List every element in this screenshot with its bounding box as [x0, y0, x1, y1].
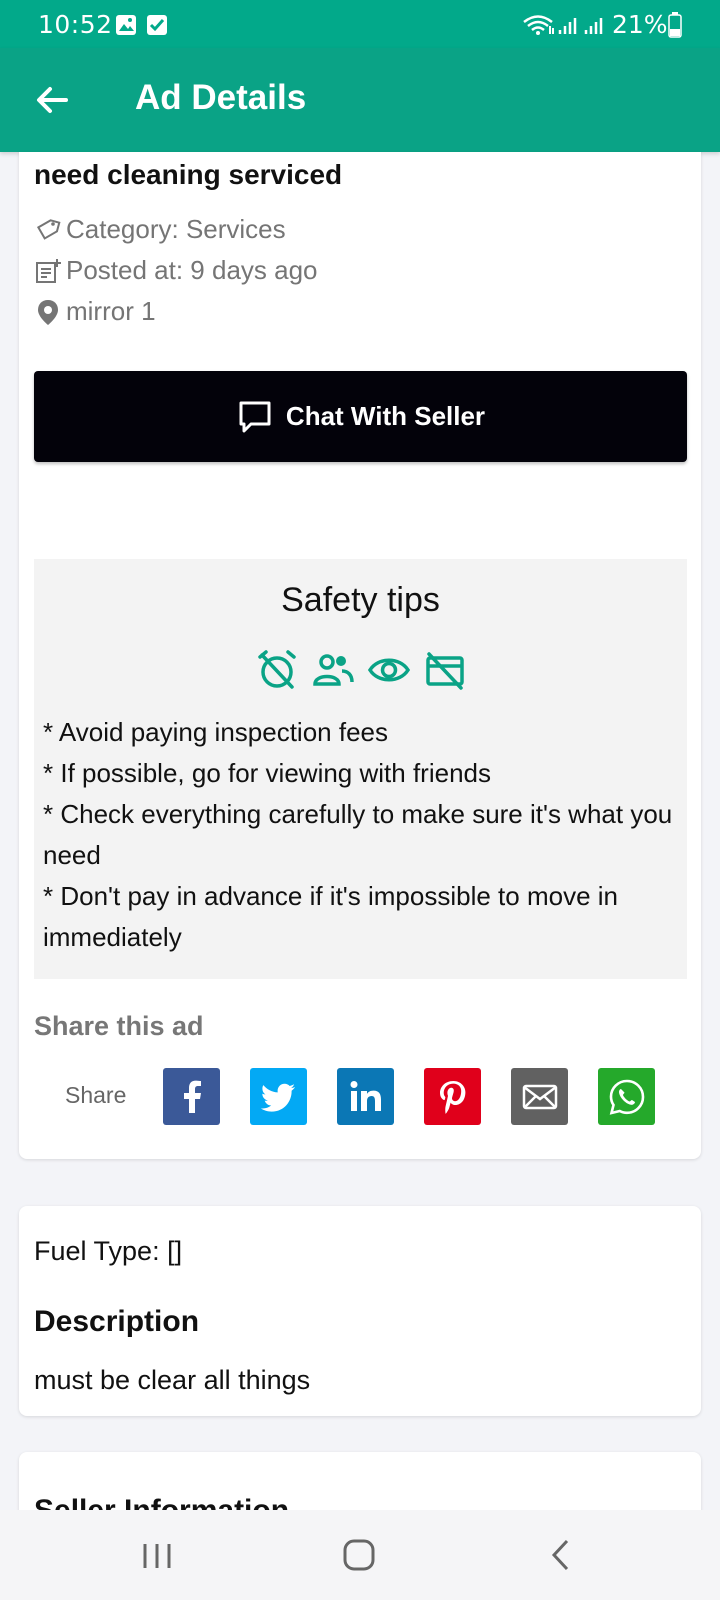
home-icon[interactable]	[336, 1532, 382, 1578]
back-arrow-icon[interactable]	[30, 78, 74, 122]
signal-icon-1	[558, 14, 580, 36]
ad-posted: Posted at: 9 days ago	[34, 255, 318, 286]
status-bar: 10:52 21%	[0, 0, 720, 48]
fuel-type: Fuel Type: []	[34, 1236, 183, 1266]
whatsapp-share-button[interactable]	[598, 1068, 655, 1125]
gallery-notification-icon	[115, 14, 137, 36]
pinterest-icon	[439, 1080, 465, 1114]
share-heading: Share this ad	[34, 1011, 204, 1041]
safety-tips-panel: Safety tips * Avoid paying inspection fe…	[34, 559, 687, 979]
linkedin-share-button[interactable]	[337, 1068, 394, 1125]
eye-icon	[367, 658, 410, 682]
facebook-icon	[183, 1080, 201, 1113]
chat-bubble-icon	[239, 401, 271, 432]
category-text: Category: Services	[66, 214, 286, 244]
share-label: Share	[65, 1082, 127, 1108]
app-bar: Ad Details	[0, 48, 720, 152]
twitter-share-button[interactable]	[250, 1068, 307, 1125]
system-nav-bar	[0, 1510, 720, 1600]
task-notification-icon	[146, 14, 168, 36]
ad-location: mirror 1	[34, 296, 156, 327]
safety-tip: * If possible, go for viewing with frien…	[43, 758, 491, 788]
safety-icons	[34, 649, 687, 691]
whatsapp-icon	[609, 1079, 644, 1115]
page-title: Ad Details	[135, 78, 307, 117]
battery-percent: 21%	[612, 10, 668, 39]
location-text: mirror 1	[66, 296, 156, 326]
posted-text: Posted at: 9 days ago	[66, 255, 318, 285]
email-share-button[interactable]	[511, 1068, 568, 1125]
tag-icon	[36, 218, 61, 240]
wifi-icon	[522, 14, 556, 36]
signal-icon-2	[584, 14, 606, 36]
description-heading: Description	[34, 1305, 200, 1338]
safety-tip: * Don't pay in advance if it's impossibl…	[43, 881, 618, 952]
linkedin-icon	[350, 1080, 381, 1111]
location-pin-icon	[38, 299, 58, 325]
description-text: must be clear all things	[34, 1365, 311, 1395]
ad-category: Category: Services	[34, 214, 286, 245]
twitter-icon	[260, 1083, 295, 1112]
alarm-off-icon	[257, 650, 296, 689]
battery-icon	[668, 12, 682, 38]
facebook-share-button[interactable]	[163, 1068, 220, 1125]
people-icon	[312, 654, 354, 686]
status-time: 10:52	[38, 10, 113, 39]
ad-title: need cleaning serviced	[34, 159, 343, 190]
recent-apps-icon[interactable]	[134, 1532, 180, 1578]
pinterest-share-button[interactable]	[424, 1068, 481, 1125]
safety-tips-list: * Avoid paying inspection fees * If poss…	[43, 712, 673, 958]
chat-with-seller-button[interactable]: Chat With Seller	[34, 371, 687, 462]
safety-tip: * Avoid paying inspection fees	[43, 717, 388, 747]
chat-button-label: Chat With Seller	[285, 401, 486, 431]
safety-tip: * Check everything carefully to make sur…	[43, 799, 673, 870]
posted-icon	[36, 258, 61, 283]
credit-card-off-icon	[425, 652, 464, 690]
email-icon	[522, 1084, 557, 1109]
back-nav-icon[interactable]	[538, 1532, 584, 1578]
safety-title: Safety tips	[281, 581, 440, 619]
